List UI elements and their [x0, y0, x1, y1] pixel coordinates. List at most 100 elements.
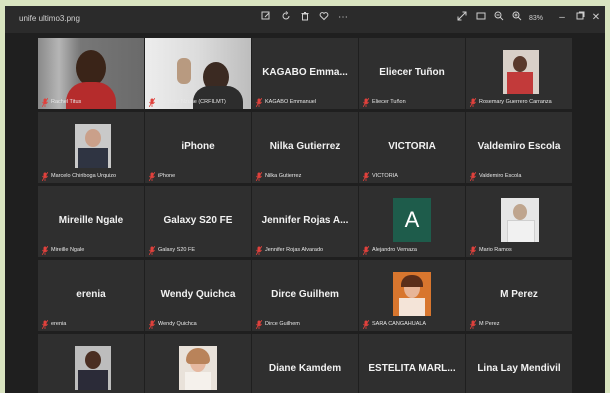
muted-mic-icon: [148, 171, 156, 181]
participant-display-name: Diane Kamdem: [268, 363, 342, 374]
participant-tile[interactable]: Galaxy S20 FE Galaxy S20 FE: [145, 186, 251, 257]
zoom-level: 83%: [529, 15, 544, 22]
muted-mic-icon: [148, 319, 156, 329]
muted-mic-icon: [255, 171, 263, 181]
participant-tile[interactable]: Diane Kamdem: [252, 334, 358, 393]
muted-mic-icon: [469, 245, 477, 255]
profile-photo: [179, 346, 217, 390]
participant-tile[interactable]: Rosemary Guerrero Carranza: [466, 38, 572, 109]
participant-display-name: Wendy Quichca: [160, 289, 236, 300]
participant-tile[interactable]: M Perez M Perez: [466, 260, 572, 331]
muted-mic-icon: [41, 171, 49, 181]
participant-name-label: Dirce Guilhem: [255, 319, 300, 329]
zoom-out-icon[interactable]: [492, 11, 506, 25]
participant-name-label: KAGABO Emmanuel: [255, 97, 316, 107]
delete-icon[interactable]: [298, 11, 312, 25]
participant-name-label: Mireille Ngale: [41, 245, 84, 255]
muted-mic-icon: [362, 97, 370, 107]
participant-display-name: Lina Lay Mendivil: [477, 363, 561, 374]
participant-name-label: Wendy Quichca: [148, 319, 197, 329]
edit-icon[interactable]: [259, 11, 273, 25]
muted-mic-icon: [255, 97, 263, 107]
minimize-icon[interactable]: –: [555, 11, 569, 25]
participant-name-label: Marcelo Chiriboga Urquizo: [41, 171, 116, 181]
fit-screen-icon[interactable]: [474, 11, 488, 25]
participant-display-name: Dirce Guilhem: [271, 289, 339, 300]
profile-photo: [75, 346, 111, 390]
participant-name-label: M Perez: [469, 319, 499, 329]
favorite-heart-icon[interactable]: [317, 11, 331, 25]
participant-tile[interactable]: iPhone iPhone: [145, 112, 251, 183]
zoom-in-icon[interactable]: [510, 11, 524, 25]
participant-name-label: Eliecer Tuñon: [362, 97, 406, 107]
participant-tile[interactable]: SARA CANGAHUALA: [359, 260, 465, 331]
participant-tile[interactable]: [145, 334, 251, 393]
participant-tile[interactable]: Wendy Quichca Wendy Quichca: [145, 260, 251, 331]
participant-display-name: erenia: [76, 289, 106, 300]
participant-name-label: erenia: [41, 319, 66, 329]
participant-name-label: Galaxy S20 FE: [148, 245, 195, 255]
participant-tile[interactable]: KAGABO Emma... KAGABO Emmanuel: [252, 38, 358, 109]
expand-icon[interactable]: [455, 11, 469, 25]
muted-mic-icon: [362, 171, 370, 181]
participant-tile[interactable]: Lina Lay Mendivil: [466, 334, 572, 393]
muted-mic-icon: [41, 97, 49, 107]
muted-mic-icon: [41, 245, 49, 255]
photos-viewer-window: unife ultimo3.png ⋯ 83% – ✕ Rachel Titus…: [5, 6, 605, 393]
more-options-icon[interactable]: ⋯: [336, 11, 350, 25]
muted-mic-icon: [41, 319, 49, 329]
participant-tile[interactable]: Eliecer Tuñon Eliecer Tuñon: [359, 38, 465, 109]
muted-mic-icon: [469, 171, 477, 181]
participant-name-label: Narcisse Nzune (CRFILMT): [148, 97, 226, 107]
participant-name-label: Rachel Titus: [41, 97, 81, 107]
participant-tile[interactable]: Dirce Guilhem Dirce Guilhem: [252, 260, 358, 331]
title-bar: unife ultimo3.png ⋯ 83% – ✕: [5, 6, 605, 33]
participant-name-label: VICTORIA: [362, 171, 398, 181]
participant-name-label: Mario Ramos: [469, 245, 512, 255]
participant-display-name: iPhone: [181, 141, 215, 152]
profile-photo: [393, 272, 431, 316]
participant-name-label: Nilka Gutierrez: [255, 171, 301, 181]
maximize-icon[interactable]: [573, 11, 587, 25]
profile-photo: [503, 50, 539, 94]
participant-display-name: Jennifer Rojas A...: [261, 215, 349, 226]
participant-display-name: Galaxy S20 FE: [163, 215, 233, 226]
participant-tile[interactable]: Nilka Gutierrez Nilka Gutierrez: [252, 112, 358, 183]
profile-photo: [75, 124, 111, 168]
participant-tile[interactable]: VICTORIA VICTORIA: [359, 112, 465, 183]
participant-grid: Rachel Titus Narcisse Nzune (CRFILMT) KA…: [38, 38, 573, 393]
participant-name-label: SARA CANGAHUALA: [362, 319, 426, 329]
muted-mic-icon: [362, 319, 370, 329]
participant-tile[interactable]: Narcisse Nzune (CRFILMT): [145, 38, 251, 109]
participant-tile[interactable]: ESTELITA MARL...: [359, 334, 465, 393]
muted-mic-icon: [255, 245, 263, 255]
participant-name-label: Jennifer Rojas Alvarado: [255, 245, 323, 255]
participant-tile[interactable]: Mario Ramos: [466, 186, 572, 257]
letter-avatar: A: [393, 198, 431, 242]
close-icon[interactable]: ✕: [589, 11, 603, 25]
participant-display-name: Nilka Gutierrez: [269, 141, 341, 152]
participant-display-name: M Perez: [500, 289, 538, 300]
participant-display-name: Eliecer Tuñon: [379, 67, 445, 78]
participant-tile[interactable]: Jennifer Rojas A... Jennifer Rojas Alvar…: [252, 186, 358, 257]
muted-mic-icon: [148, 245, 156, 255]
participant-name-label: iPhone: [148, 171, 175, 181]
muted-mic-icon: [148, 97, 156, 107]
muted-mic-icon: [362, 245, 370, 255]
participant-tile[interactable]: A Alejandro Vernaza: [359, 186, 465, 257]
window-title: unife ultimo3.png: [19, 14, 80, 23]
participant-tile[interactable]: erenia erenia: [38, 260, 144, 331]
participant-tile[interactable]: Valdemiro Escola Valdemiro Escola: [466, 112, 572, 183]
profile-photo: [501, 198, 539, 242]
participant-tile[interactable]: Marcelo Chiriboga Urquizo: [38, 112, 144, 183]
participant-tile[interactable]: Rachel Titus: [38, 38, 144, 109]
participant-tile[interactable]: [38, 334, 144, 393]
rotate-icon[interactable]: [279, 11, 293, 25]
participant-display-name: ESTELITA MARL...: [368, 363, 456, 374]
participant-display-name: Mireille Ngale: [58, 215, 124, 226]
participant-tile[interactable]: Mireille Ngale Mireille Ngale: [38, 186, 144, 257]
muted-mic-icon: [255, 319, 263, 329]
muted-mic-icon: [469, 97, 477, 107]
participant-name-label: Valdemiro Escola: [469, 171, 521, 181]
participant-display-name: Valdemiro Escola: [477, 141, 561, 152]
